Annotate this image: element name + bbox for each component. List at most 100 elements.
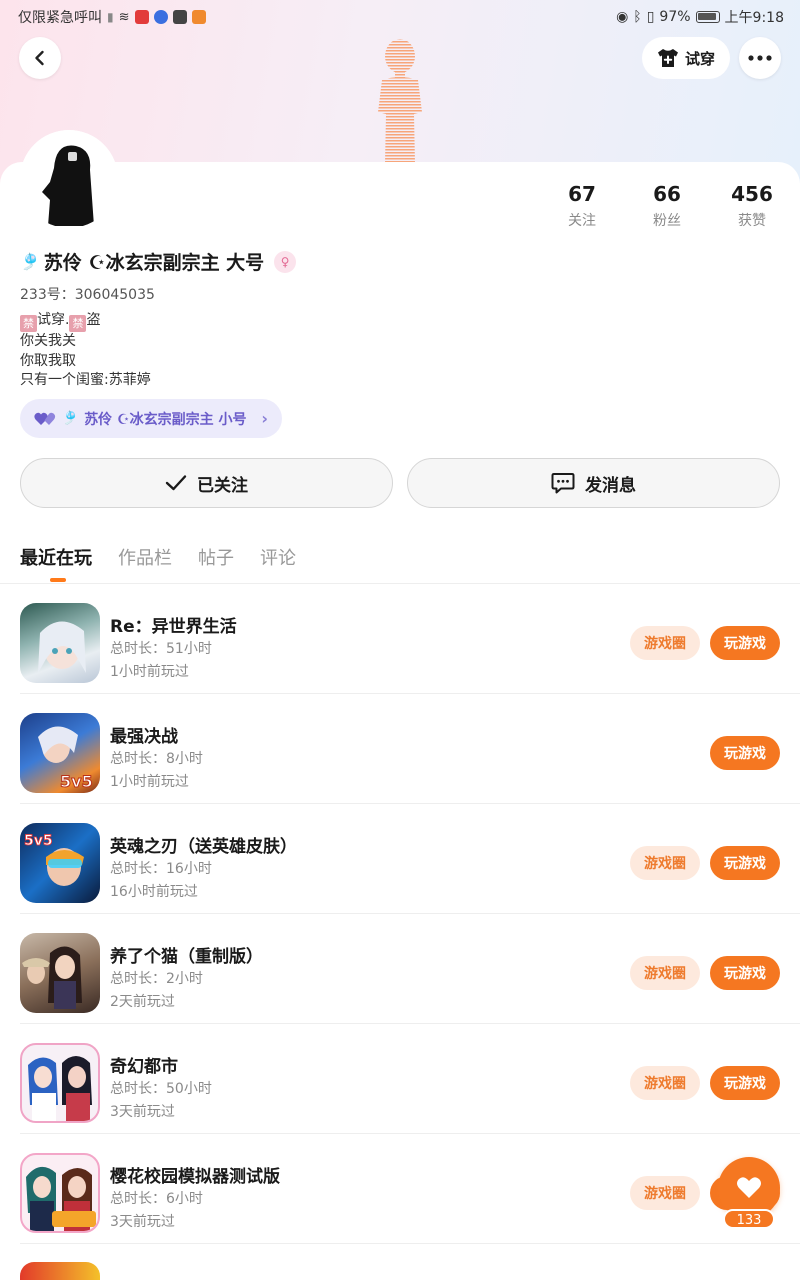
eye-icon: ◉	[616, 9, 629, 25]
send-message-button[interactable]: 发消息	[407, 458, 780, 508]
game-last-played: 16小时前玩过	[110, 884, 198, 900]
more-dots-icon	[748, 55, 772, 61]
back-arrow-icon	[35, 50, 44, 66]
game-duration: 总时长：51小时	[110, 641, 212, 657]
linked-account-chip[interactable]: 🎐 苏伶 ☪冰玄宗副宗主 小号 ›	[20, 399, 282, 438]
vibrate-icon: ▯	[646, 9, 655, 25]
play-game-button[interactable]: 玩游戏	[710, 626, 780, 660]
profile-tabs: 最近在玩 作品栏 帖子 评论	[20, 544, 296, 570]
game-title: 奇幻都市	[110, 1057, 178, 1077]
followers-label: 粉丝	[653, 213, 681, 229]
svg-text:5v5: 5v5	[60, 772, 93, 791]
game-icon: 5v5	[20, 823, 100, 903]
avatar-3d-figure	[378, 39, 422, 164]
active-tab-indicator	[50, 578, 66, 582]
game-duration: 总时长：2小时	[110, 971, 203, 987]
bio-line2: 你关我关	[20, 333, 76, 349]
like-count-badge: 133	[723, 1209, 775, 1229]
send-message-label: 发消息	[585, 475, 636, 496]
game-list-item[interactable]: Re：异世界生活 总时长：51小时 1小时前玩过 游戏圈 玩游戏	[20, 584, 800, 694]
stat-likes[interactable]: 456 获赞	[712, 182, 792, 230]
game-last-played: 3天前玩过	[110, 1214, 175, 1230]
game-list-item[interactable]: 养了个猫（重制版） 总时长：2小时 2天前玩过 游戏圈 玩游戏	[20, 914, 800, 1024]
more-options-button[interactable]	[739, 37, 781, 79]
game-icon	[20, 603, 100, 683]
game-icon	[20, 1153, 100, 1233]
game-list-item[interactable]: 5v5 英魂之刃（送英雄皮肤） 总时长：16小时 16小时前玩过 游戏圈 玩游戏	[20, 804, 800, 914]
bio-line3: 你取我取	[20, 352, 76, 369]
svg-text:5v5: 5v5	[24, 833, 53, 849]
play-game-button[interactable]: 玩游戏	[710, 846, 780, 880]
game-icon	[20, 1043, 100, 1123]
game-circle-button[interactable]: 游戏圈	[630, 846, 700, 880]
double-heart-icon	[34, 412, 56, 425]
back-button[interactable]	[19, 37, 61, 79]
play-game-button[interactable]: 玩游戏	[710, 1066, 780, 1100]
game-last-played: 1小时前玩过	[110, 664, 189, 680]
ban-badge-icon: 禁	[20, 315, 37, 332]
likes-label: 获赞	[738, 213, 766, 229]
tryon-label: 试穿	[684, 49, 715, 68]
music-app-icon	[153, 10, 168, 24]
game-circle-button[interactable]: 游戏圈	[630, 626, 700, 660]
avatar-image	[20, 130, 118, 228]
game-last-played: 2天前玩过	[110, 994, 175, 1010]
stat-following[interactable]: 67 关注	[542, 182, 622, 230]
game-last-played: 3天前玩过	[110, 1104, 175, 1120]
play-game-button[interactable]: 玩游戏	[710, 956, 780, 990]
following-count: 67	[568, 182, 596, 206]
tryon-button[interactable]: 试穿	[642, 37, 730, 79]
female-badge-icon: ♀	[274, 250, 297, 273]
profile-name-row: 🎐 苏伶 ☪冰玄宗副宗主 大号 ♀	[20, 248, 297, 275]
play-game-button[interactable]: 玩游戏	[710, 736, 780, 770]
battery-text: 97%	[659, 9, 691, 25]
game-duration: 总时长：8小时	[110, 751, 203, 767]
carrier-text: 仅限紧急呼叫	[18, 10, 102, 26]
user-id: 233号：306045035	[20, 287, 155, 303]
followed-label: 已关注	[197, 475, 248, 496]
game-last-played: 1小时前玩过	[110, 774, 189, 790]
game-circle-button[interactable]: 游戏圈	[630, 1066, 700, 1100]
video-app-icon	[191, 10, 206, 24]
bell-emoji-icon: 🎐	[20, 252, 40, 271]
bio-line4: 只有一个闺蜜:苏菲婷	[20, 372, 151, 388]
tab-posts[interactable]: 帖子	[198, 544, 234, 570]
profile-bio: 禁试穿. 禁盗 你关我关 你取我取 只有一个闺蜜:苏菲婷	[20, 311, 151, 391]
following-label: 关注	[568, 213, 596, 229]
wifi-icon: ≋	[118, 9, 130, 25]
bell-emoji-icon: 🎐	[62, 411, 79, 426]
time-text: 上午9:18	[724, 10, 784, 26]
followed-button[interactable]: 已关注	[20, 458, 393, 508]
game-duration: 总时长：6小时	[110, 1191, 203, 1207]
game-title: 最强决战	[110, 727, 178, 747]
status-bar: 仅限紧急呼叫 ▮ ≋ ◉ ᛒ ▯ 97% 上午9:18	[0, 0, 800, 32]
game-list-item[interactable]: 5v5 最强决战 总时长：8小时 1小时前玩过 玩游戏	[20, 694, 800, 804]
heart-icon	[737, 1177, 761, 1198]
linked-account-name: 苏伶 ☪冰玄宗副宗主 小号	[84, 411, 247, 428]
message-bubble-icon	[551, 473, 575, 494]
tab-recently-played[interactable]: 最近在玩	[20, 544, 92, 570]
likes-count: 456	[731, 182, 773, 206]
mail-app-icon	[172, 10, 187, 24]
tab-comments[interactable]: 评论	[260, 544, 296, 570]
stat-followers[interactable]: 66 粉丝	[627, 182, 707, 230]
tab-works[interactable]: 作品栏	[118, 544, 172, 570]
game-duration: 总时长：50小时	[110, 1081, 212, 1097]
checkmark-icon	[165, 475, 187, 491]
game-list-item[interactable]: 奇幻都市 总时长：50小时 3天前玩过 游戏圈 玩游戏	[20, 1024, 800, 1134]
ban-badge-icon: 禁	[69, 315, 87, 332]
game-title: 养了个猫（重制版）	[110, 947, 263, 967]
game-list-item[interactable]: 樱花校园模拟器测试版 总时长：6小时 3天前玩过 游戏圈 玩游戏	[20, 1134, 800, 1244]
game-circle-button[interactable]: 游戏圈	[630, 956, 700, 990]
game-icon	[20, 933, 100, 1013]
followers-count: 66	[653, 182, 681, 206]
recorder-app-icon	[134, 10, 149, 24]
tshirt-plus-icon	[657, 49, 678, 67]
signal-icon: ▮	[107, 10, 114, 24]
bio-line1-b: 盗	[86, 312, 101, 328]
game-circle-button[interactable]: 游戏圈	[630, 1176, 700, 1210]
avatar[interactable]	[20, 130, 118, 228]
profile-name: 苏伶 ☪冰玄宗副宗主 大号	[43, 252, 265, 274]
game-list-item-partial[interactable]	[20, 1262, 100, 1280]
game-title: 樱花校园模拟器测试版	[110, 1167, 280, 1187]
